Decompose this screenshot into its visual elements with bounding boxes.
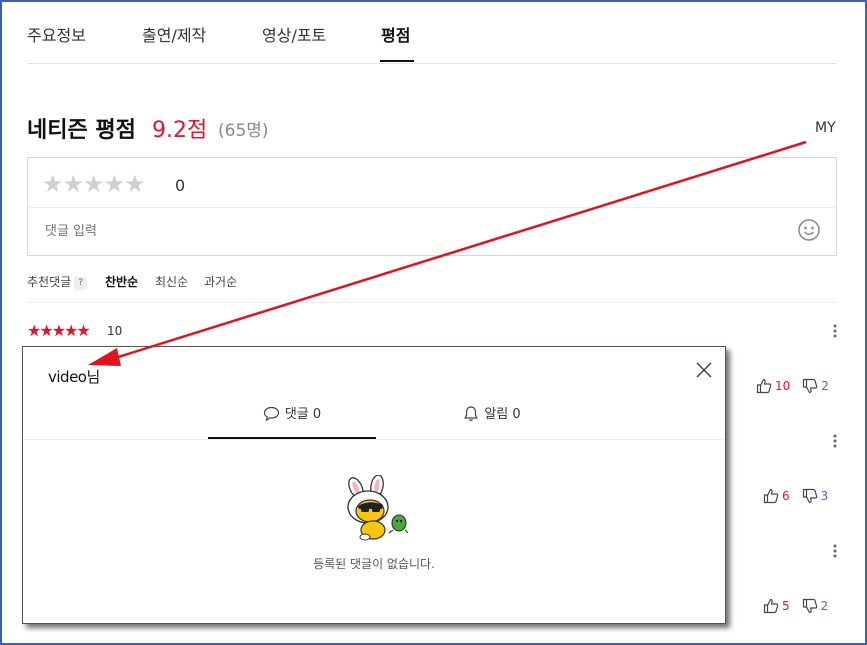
dislike-count: 2 xyxy=(820,599,829,613)
tab-rating[interactable]: 평점 xyxy=(381,22,410,46)
sort-option-newest[interactable]: 최신순 xyxy=(155,273,188,290)
like-count: 10 xyxy=(775,379,791,393)
recommended-comments-label: 추천댓글? xyxy=(27,273,88,290)
dislike-button[interactable]: 2 xyxy=(802,378,829,394)
dislike-button[interactable]: 3 xyxy=(802,488,829,504)
tab-main-info[interactable]: 주요정보 xyxy=(27,22,86,46)
divider xyxy=(28,207,836,208)
sort-option-likes[interactable]: 찬반순 xyxy=(105,273,138,290)
more-options-icon[interactable] xyxy=(833,324,837,338)
tab-video-photo[interactable]: 영상/포토 xyxy=(262,22,326,46)
vote-row: 52 xyxy=(763,598,828,614)
dislike-count: 2 xyxy=(821,379,829,393)
tab-cast-crew[interactable]: 출연/제작 xyxy=(142,22,206,46)
my-comments-popup: video님 댓글 0 알림 0 등록된 댓글이 없습니다. xyxy=(22,346,726,624)
comment-input[interactable] xyxy=(43,223,747,240)
thumbs-up-icon xyxy=(763,598,779,614)
more-options-icon[interactable] xyxy=(833,434,837,448)
recommended-label-text: 추천댓글 xyxy=(27,275,72,289)
dislike-button[interactable]: 2 xyxy=(802,598,829,614)
review-score: 10 xyxy=(107,324,123,338)
emoji-smile-icon[interactable] xyxy=(798,219,820,241)
thumbs-up-icon xyxy=(763,488,779,504)
active-tab-indicator xyxy=(380,60,414,62)
popup-tab-notifications-label: 알림 0 xyxy=(484,407,521,422)
popup-tab-notifications[interactable]: 알림 0 xyxy=(408,403,576,439)
popup-tab-comments[interactable]: 댓글 0 xyxy=(208,403,376,439)
sort-option-oldest[interactable]: 과거순 xyxy=(204,273,237,290)
thumbs-up-icon xyxy=(756,378,772,394)
rating-count: (65명) xyxy=(218,121,269,141)
like-button[interactable]: 5 xyxy=(763,598,790,614)
divider xyxy=(27,302,837,303)
rating-score: 9.2점 xyxy=(152,118,208,143)
review-stars: ★★★★★ xyxy=(27,321,91,340)
help-icon[interactable]: ? xyxy=(74,277,88,290)
divider xyxy=(23,439,725,440)
thumbs-down-icon xyxy=(802,598,817,614)
rating-title: 네티즌 평점 xyxy=(27,118,136,143)
more-options-icon[interactable] xyxy=(833,544,837,558)
like-count: 6 xyxy=(782,489,790,503)
speech-bubble-icon xyxy=(263,406,279,422)
mascot-character-illustration xyxy=(347,475,409,541)
dislike-count: 3 xyxy=(820,489,829,503)
empty-state-message: 등록된 댓글이 없습니다. xyxy=(313,557,435,571)
my-button[interactable]: MY xyxy=(815,120,836,136)
like-button[interactable]: 10 xyxy=(756,378,791,394)
like-count: 5 xyxy=(782,599,790,613)
popup-tab-comments-label: 댓글 0 xyxy=(284,407,322,422)
star-rating-selector[interactable]: ★★★★★ xyxy=(42,170,146,198)
comment-form: ★★★★★ 0 xyxy=(27,157,837,256)
like-button[interactable]: 6 xyxy=(763,488,790,504)
tab-bar: 주요정보 출연/제작 영상/포토 평점 xyxy=(27,0,837,64)
thumbs-down-icon xyxy=(802,488,817,504)
thumbs-down-icon xyxy=(803,378,818,394)
star-rating-value: 0 xyxy=(175,176,186,195)
close-icon[interactable] xyxy=(695,361,713,379)
bell-icon xyxy=(464,406,478,422)
vote-row: 10 2 xyxy=(756,378,829,394)
popup-title: video님 xyxy=(48,368,100,386)
vote-row: 63 xyxy=(763,488,828,504)
